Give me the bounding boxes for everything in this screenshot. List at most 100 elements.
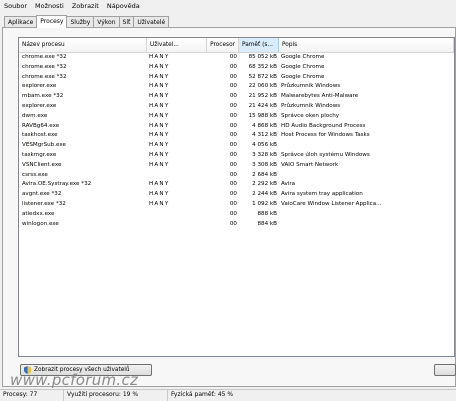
status-physical-memory: Fyzická paměť: 45 % <box>171 391 234 398</box>
process-name-cell: chrome.exe *32 <box>22 63 67 70</box>
memory-cell: 22 060 kB <box>248 83 277 90</box>
cpu-cell: 00 <box>229 210 237 217</box>
description-cell: VaioCare Window Listener Applica... <box>281 200 382 207</box>
column-header-cpu[interactable]: Procesor <box>207 38 239 52</box>
table-row[interactable]: dwm.exe HANY 00 15 988 kB Správce oken ploch… <box>19 112 454 122</box>
table-row[interactable]: listener.exe *32 HANY 00 1 092 kB VaioCare W… <box>19 200 454 210</box>
process-name-cell: Avira.OE.Systray.exe *32 <box>22 181 92 188</box>
description-cell: Google Chrome <box>281 73 325 80</box>
memory-cell: 21 952 kB <box>248 93 277 100</box>
user-cell: HANY <box>149 73 170 80</box>
cpu-cell: 00 <box>229 122 237 129</box>
table-row[interactable]: mbam.exe *32 HANY 00 21 952 kB Malwarebytes … <box>19 92 454 102</box>
process-name-cell: avgnt.exe *32 <box>22 191 62 198</box>
table-row[interactable]: RAVBg64.exe HANY 00 4 868 kB HD Audio Backgr… <box>19 122 454 132</box>
user-cell: HANY <box>149 200 170 207</box>
user-cell: HANY <box>149 191 170 198</box>
user-cell: HANY <box>149 122 170 129</box>
table-row[interactable]: VSNClient.exe HANY 00 3 308 kB VAIO Smart Ne… <box>19 161 454 171</box>
process-name-cell: chrome.exe *32 <box>22 54 67 60</box>
menu-bar: Soubor Možnosti Zobrazit Nápověda <box>0 0 456 12</box>
status-bar: Procesy: 77 Využití procesoru: 19 % Fyzi… <box>0 389 456 401</box>
table-row[interactable]: chrome.exe *32 HANY 00 52 872 kB Google Chro… <box>19 73 454 83</box>
process-rows: chrome.exe *32 HANY 00 85 052 kB Google Chro… <box>19 53 454 229</box>
user-cell: HANY <box>149 83 170 90</box>
description-cell: Host Process for Windows Tasks <box>281 132 370 139</box>
status-cpu-usage: Využití procesoru: 19 % <box>64 390 168 401</box>
user-cell: HANY <box>149 102 170 109</box>
list-header: Název procesu Uživatel... Procesor Paměť… <box>19 38 454 53</box>
process-list[interactable]: Název procesu Uživatel... Procesor Paměť… <box>18 37 455 357</box>
menu-zobrazit[interactable]: Zobrazit <box>68 0 103 12</box>
description-cell: Avira system tray application <box>281 191 363 198</box>
table-row[interactable]: winlogon.exe 00 884 kB <box>19 220 454 230</box>
menu-soubor[interactable]: Soubor <box>0 0 31 12</box>
cpu-cell: 00 <box>229 54 237 60</box>
process-name-cell: dwm.exe <box>22 112 48 119</box>
end-process-button[interactable] <box>434 364 456 376</box>
memory-cell: 15 988 kB <box>248 112 277 119</box>
user-cell: HANY <box>149 132 170 139</box>
memory-cell: 888 kB <box>257 210 277 217</box>
user-cell: HANY <box>149 142 170 149</box>
table-row[interactable]: explorer.exe HANY 00 22 060 kB Průzkumník Wi… <box>19 82 454 92</box>
memory-cell: 1 092 kB <box>252 200 277 207</box>
user-cell: HANY <box>149 181 170 188</box>
tab-strip: Aplikace Procesy Služby Výkon Síť Uživat… <box>4 15 170 28</box>
column-header-name[interactable]: Název procesu <box>19 38 147 52</box>
tab-procesy[interactable]: Procesy <box>36 15 68 28</box>
table-row[interactable]: chrome.exe *32 HANY 00 68 352 kB Google Chro… <box>19 63 454 73</box>
description-cell: Správce oken plochy <box>281 112 340 119</box>
table-row[interactable]: Avira.OE.Systray.exe *32 HANY 00 2 292 kB Av… <box>19 180 454 190</box>
cpu-cell: 00 <box>229 83 237 90</box>
process-name-cell: mbam.exe *32 <box>22 93 64 100</box>
process-name-cell: listener.exe *32 <box>22 200 66 207</box>
process-name-cell: winlogon.exe <box>22 220 59 227</box>
memory-cell: 4 868 kB <box>252 122 277 129</box>
memory-cell: 85 052 kB <box>248 54 277 60</box>
process-name-cell: RAVBg64.exe <box>22 122 60 129</box>
cpu-cell: 00 <box>229 161 237 168</box>
user-cell: HANY <box>149 54 170 60</box>
menu-moznosti[interactable]: Možnosti <box>31 0 68 12</box>
process-name-cell: atiedxx.exe <box>22 210 55 217</box>
table-row[interactable]: VESMgrSub.exe HANY 00 4 056 kB <box>19 141 454 151</box>
memory-cell: 2 684 kB <box>252 171 277 178</box>
column-header-memory[interactable]: Paměť (s... <box>239 38 279 52</box>
description-cell: Google Chrome <box>281 63 325 70</box>
table-row[interactable]: csrss.exe 00 2 684 kB <box>19 171 454 181</box>
cpu-cell: 00 <box>229 132 237 139</box>
column-header-user[interactable]: Uživatel... <box>147 38 207 52</box>
user-cell: HANY <box>149 63 170 70</box>
cpu-cell: 00 <box>229 200 237 207</box>
memory-cell: 4 056 kB <box>252 142 277 149</box>
cpu-cell: 00 <box>229 73 237 80</box>
cpu-cell: 00 <box>229 63 237 70</box>
table-row[interactable]: explorer.exe HANY 00 21 424 kB Průzkumník Wi… <box>19 102 454 112</box>
memory-cell: 4 312 kB <box>252 132 277 139</box>
table-row[interactable]: taskmgr.exe HANY 00 3 328 kB Správce úloh sy… <box>19 151 454 161</box>
description-cell: HD Audio Background Process <box>281 122 366 129</box>
table-row[interactable]: atiedxx.exe 00 888 kB <box>19 210 454 220</box>
cpu-cell: 00 <box>229 112 237 119</box>
memory-cell: 3 308 kB <box>252 161 277 168</box>
menu-napoveda[interactable]: Nápověda <box>103 0 144 12</box>
cpu-cell: 00 <box>229 142 237 149</box>
table-row[interactable]: chrome.exe *32 HANY 00 85 052 kB Google Chro… <box>19 53 454 63</box>
user-cell: HANY <box>149 112 170 119</box>
cpu-cell: 00 <box>229 151 237 158</box>
watermark: www.pcforum.cz <box>10 371 139 389</box>
memory-cell: 2 292 kB <box>252 181 277 188</box>
user-cell: HANY <box>149 151 170 158</box>
column-header-description[interactable]: Popis <box>279 38 454 52</box>
description-cell: Průzkumník Windows <box>281 102 341 109</box>
cpu-cell: 00 <box>229 93 237 100</box>
table-row[interactable]: avgnt.exe *32 HANY 00 2 244 kB Avira system … <box>19 190 454 200</box>
cpu-cell: 00 <box>229 181 237 188</box>
process-name-cell: chrome.exe *32 <box>22 73 67 80</box>
user-cell: HANY <box>149 161 170 168</box>
process-name-cell: VESMgrSub.exe <box>22 142 66 149</box>
table-row[interactable]: taskhost.exe HANY 00 4 312 kB Host Process f… <box>19 131 454 141</box>
description-cell: Avira <box>281 181 296 188</box>
memory-cell: 68 352 kB <box>248 63 277 70</box>
